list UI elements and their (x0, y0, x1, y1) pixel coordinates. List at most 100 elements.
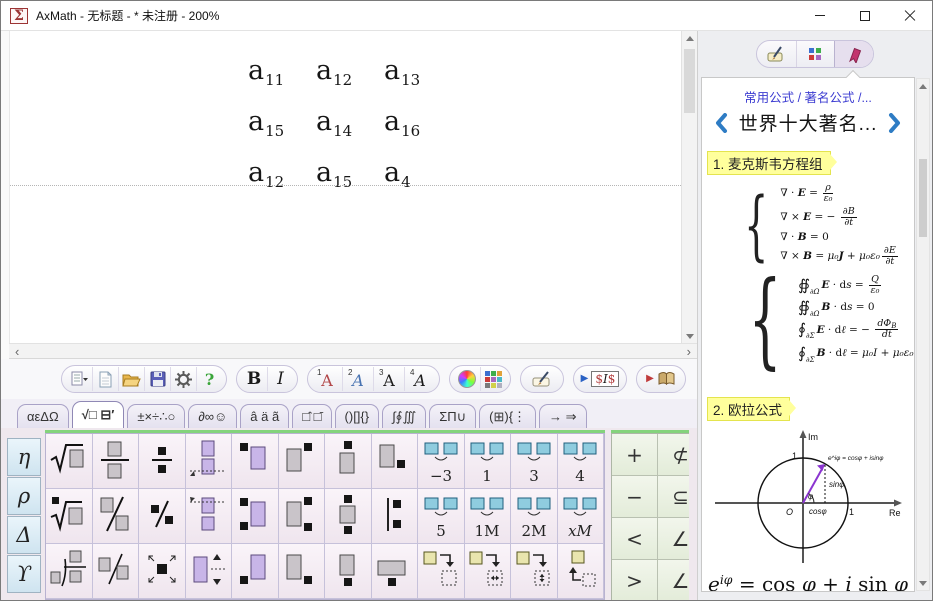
bookmarks-tab-button[interactable] (834, 41, 873, 67)
symbol-tab-1[interactable]: √□ ⊟′ (72, 401, 125, 428)
palette-move-to-button[interactable] (418, 544, 465, 599)
equation-canvas[interactable]: a11a12a13a15a14a16a12a15a4 (9, 31, 697, 343)
palette-spacing-−3-button[interactable]: −3 (418, 434, 465, 489)
font-style-1-button[interactable]: 1A (312, 367, 342, 391)
palette-spacing-5-button[interactable]: 5 (418, 489, 465, 544)
palette-spacing-1-button[interactable]: 1 (465, 434, 512, 489)
quick-symbol-button[interactable]: ∠ (658, 518, 689, 560)
palette-under-wide-button[interactable] (372, 544, 419, 599)
palette-stack-top-button[interactable] (186, 489, 233, 544)
palette-move-to-v-button[interactable] (511, 544, 558, 599)
prev-collection-button[interactable] (713, 112, 731, 134)
matrix-cell[interactable]: a13 (384, 55, 452, 90)
scroll-right-icon[interactable]: › (687, 344, 691, 359)
font-style-2-button[interactable]: 2A (342, 367, 373, 391)
main-menu-button[interactable] (66, 367, 92, 391)
palette-long-div-button[interactable] (46, 544, 93, 599)
color-wheel-button[interactable] (454, 367, 480, 391)
palette-pre-supsub-button[interactable] (232, 489, 279, 544)
new-document-button[interactable] (92, 367, 118, 391)
symbol-tab-9[interactable]: (⊞){⋮ (479, 404, 536, 428)
recent-symbol-button[interactable]: ϒ (7, 555, 41, 593)
section-tag-maxwell[interactable]: 1. 麦克斯韦方程组 (707, 151, 831, 175)
scroll-up-icon[interactable] (682, 31, 697, 45)
quick-symbol-button[interactable]: < (612, 518, 658, 560)
symbol-tab-4[interactable]: â ä ã (240, 404, 289, 428)
palette-sqrt-button[interactable] (46, 434, 93, 489)
palette-spacing-3-button[interactable]: 3 (511, 434, 558, 489)
palette-spacing-1M-button[interactable]: 1M (465, 489, 512, 544)
palette-stack-bottom-button[interactable] (186, 434, 233, 489)
italic-button[interactable]: I (267, 367, 293, 391)
bold-button[interactable]: B (241, 367, 267, 391)
tex-convert-button[interactable]: ▶ $I$ (578, 367, 622, 391)
recent-symbol-button[interactable]: ρ (7, 477, 41, 515)
scroll-left-icon[interactable]: ‹ (15, 344, 19, 359)
quick-symbol-button[interactable]: ⊄ (658, 434, 689, 476)
next-collection-button[interactable] (885, 112, 903, 134)
maxwell-integral-block[interactable]: { ∯∂ΩE · ds = Qε₀∯∂ΩB · ds = 0∮∂ΣE · dℓ … (732, 275, 914, 364)
sidebar-scroll-down-icon[interactable] (917, 576, 929, 590)
palette-spacing-4-button[interactable]: 4 (558, 434, 605, 489)
matrix-cell[interactable]: a15 (248, 106, 316, 141)
quick-symbol-button[interactable]: ∠ (658, 560, 689, 600)
palette-frac-small-button[interactable] (139, 434, 186, 489)
symbol-tab-6[interactable]: ()[]{} (335, 404, 380, 428)
matrix-cell[interactable]: a14 (316, 106, 384, 141)
palette-move-back-button[interactable] (558, 544, 605, 599)
maximize-button[interactable] (842, 1, 887, 30)
palette-move-to-h-button[interactable] (465, 544, 512, 599)
palette-under-script-button[interactable] (325, 544, 372, 599)
quick-symbol-button[interactable]: ⊆ (658, 476, 689, 518)
sidebar-scrollbar[interactable] (916, 78, 930, 591)
recent-symbol-button[interactable]: η (7, 438, 41, 476)
font-style-3-button[interactable]: 3A (373, 367, 404, 391)
minimize-button[interactable] (797, 1, 842, 30)
matrix-cell[interactable]: a4 (384, 157, 452, 192)
symbol-tab-3[interactable]: ∂∞☺ (188, 404, 237, 428)
palette-inline-frac-button[interactable] (93, 544, 140, 599)
palette-slant-frac-small-button[interactable] (139, 489, 186, 544)
matrix-cell[interactable]: a12 (316, 55, 384, 90)
symbol-tab-0[interactable]: αεΔΩ (17, 404, 69, 428)
symbol-tab-10[interactable]: → ⇒ (539, 404, 587, 428)
palette-post-supsub-button[interactable] (279, 489, 326, 544)
quick-symbol-button[interactable]: − (612, 476, 658, 518)
breadcrumb[interactable]: 常用公式 / 著名公式 /... (702, 87, 914, 106)
help-button[interactable]: ? (196, 367, 222, 391)
euler-formula[interactable]: eiφ = cos φ + i sin φ (702, 573, 914, 592)
sidebar-scroll-thumb[interactable] (919, 159, 927, 237)
palette-pre-sub-button[interactable] (232, 544, 279, 599)
matrix-cell[interactable]: a12 (248, 157, 316, 192)
save-button[interactable] (144, 367, 170, 391)
section-tag-euler[interactable]: 2. 欧拉公式 (707, 397, 790, 421)
canvas-vscroll-thumb[interactable] (684, 49, 695, 113)
library-tab-button[interactable] (796, 41, 835, 67)
export-button[interactable]: ▶ (641, 367, 681, 391)
settings-button[interactable] (170, 367, 196, 391)
palette-over-script-button[interactable] (325, 434, 372, 489)
palette-post-sub-button[interactable] (279, 544, 326, 599)
open-button[interactable] (118, 367, 144, 391)
palette-pre-sup-button[interactable] (232, 434, 279, 489)
symbol-tab-5[interactable]: □̂ □̄ (292, 404, 331, 428)
palette-v-adjust-button[interactable] (186, 544, 233, 599)
palette-bar-scripts-button[interactable] (372, 489, 419, 544)
symbol-tab-2[interactable]: ±×÷∴○ (127, 404, 185, 428)
palette-nth-root-button[interactable] (46, 489, 93, 544)
symbol-tab-8[interactable]: ΣΠ∪ (429, 404, 476, 428)
recent-symbol-button[interactable]: Δ (7, 516, 41, 554)
sidebar-scroll-up-icon[interactable] (917, 79, 929, 93)
palette-post-sup-button[interactable] (279, 434, 326, 489)
symbol-tab-7[interactable]: ∫∮∭ (382, 404, 426, 428)
palette-spacing-xM-button[interactable]: xM (558, 489, 605, 544)
canvas-horizontal-scrollbar[interactable]: ‹ › (9, 343, 697, 359)
quick-symbol-button[interactable]: > (612, 560, 658, 600)
matrix-cell[interactable]: a11 (248, 55, 316, 90)
canvas-vertical-scrollbar[interactable] (681, 31, 697, 343)
palette-post-sub-mid-button[interactable] (372, 434, 419, 489)
palette-frac-button[interactable] (93, 434, 140, 489)
palette-spacing-2M-button[interactable]: 2M (511, 489, 558, 544)
handwriting-tab-button[interactable] (757, 41, 796, 67)
palette-fit-box-button[interactable] (139, 544, 186, 599)
